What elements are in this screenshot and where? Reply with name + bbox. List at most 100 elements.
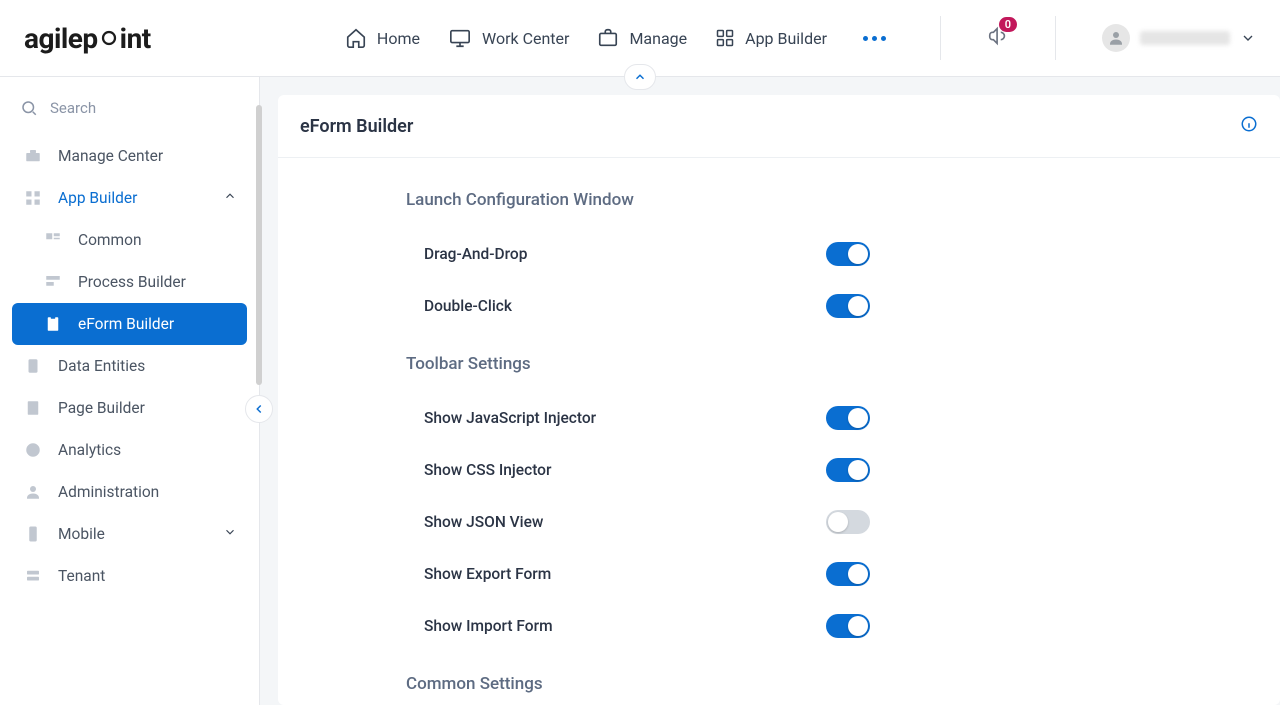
setting-label: Double-Click xyxy=(406,297,826,315)
flow-icon xyxy=(42,273,64,291)
sidebar-item-administration[interactable]: Administration xyxy=(12,471,247,513)
sidebar-item-mobile[interactable]: Mobile xyxy=(12,513,247,555)
nav-manage-label: Manage xyxy=(629,29,687,48)
panel: eForm Builder Launch Configuration Windo… xyxy=(278,95,1280,705)
section-title: Common Settings xyxy=(406,674,1280,694)
main: eForm Builder Launch Configuration Windo… xyxy=(260,77,1280,705)
nav-work-center[interactable]: Work Center xyxy=(448,27,569,49)
nav-home[interactable]: Home xyxy=(345,27,420,49)
topbar: agilepint Home Work Center Manage App Bu… xyxy=(0,0,1280,77)
sidebar-item-label: Mobile xyxy=(58,525,209,543)
user-menu[interactable] xyxy=(1102,24,1256,52)
sidebar-item-app-builder[interactable]: App Builder xyxy=(12,177,247,219)
sidebar-item-label: App Builder xyxy=(58,189,209,207)
sidebar-item-process-builder[interactable]: Process Builder xyxy=(12,261,247,303)
toggle-drag-and-drop[interactable] xyxy=(826,242,870,266)
page-icon xyxy=(22,399,44,417)
chevron-up-icon xyxy=(223,189,237,207)
setting-row-double-click: Double-Click xyxy=(406,280,1046,332)
sidebar-item-label: Administration xyxy=(58,483,237,501)
server-icon xyxy=(22,567,44,585)
chevron-up-icon xyxy=(633,70,647,84)
sidebar-item-label: Tenant xyxy=(58,567,237,585)
briefcase-icon xyxy=(597,27,619,49)
sidebar-item-tenant[interactable]: Tenant xyxy=(12,555,247,597)
toggle-json-view[interactable] xyxy=(826,510,870,534)
announcements-badge: 0 xyxy=(999,17,1017,32)
avatar xyxy=(1102,24,1130,52)
sidebar: Search Manage Center App Builder Common … xyxy=(0,77,260,705)
page-title: eForm Builder xyxy=(300,116,413,137)
panel-body: Launch Configuration Window Drag-And-Dro… xyxy=(278,158,1280,705)
sidebar-item-common[interactable]: Common xyxy=(12,219,247,261)
sidebar-list: Manage Center App Builder Common Process… xyxy=(0,131,259,601)
section-title: Toolbar Settings xyxy=(406,354,1280,374)
search-input[interactable]: Search xyxy=(0,85,259,131)
sidebar-item-manage-center[interactable]: Manage Center xyxy=(12,135,247,177)
nav-home-label: Home xyxy=(377,29,420,48)
sidebar-item-label: Manage Center xyxy=(58,147,237,165)
collapse-topbar-button[interactable] xyxy=(624,64,656,90)
setting-row-export-form: Show Export Form xyxy=(406,548,1046,600)
username xyxy=(1140,31,1230,45)
setting-label: Show Export Form xyxy=(406,565,826,583)
setting-label: Show CSS Injector xyxy=(406,461,826,479)
collapse-sidebar-button[interactable] xyxy=(245,395,273,423)
monitor-icon xyxy=(448,27,472,49)
grid-icon xyxy=(715,28,735,48)
sidebar-item-label: Analytics xyxy=(58,441,237,459)
sidebar-item-page-builder[interactable]: Page Builder xyxy=(12,387,247,429)
grid-icon xyxy=(22,189,44,207)
chevron-down-icon xyxy=(223,525,237,543)
clipboard-icon xyxy=(42,315,64,333)
toggle-double-click[interactable] xyxy=(826,294,870,318)
more-icon xyxy=(863,36,886,41)
info-button[interactable] xyxy=(1240,115,1258,137)
search-placeholder: Search xyxy=(50,99,96,117)
setting-label: Show JSON View xyxy=(406,513,826,531)
setting-row-drag-and-drop: Drag-And-Drop xyxy=(406,228,1046,280)
chevron-left-icon xyxy=(252,402,266,416)
user-icon xyxy=(22,483,44,501)
sidebar-item-label: eForm Builder xyxy=(78,315,237,333)
announcements-button[interactable]: 0 xyxy=(987,25,1009,51)
separator xyxy=(940,16,941,60)
sidebar-item-label: Page Builder xyxy=(58,399,237,417)
setting-row-css-injector: Show CSS Injector xyxy=(406,444,1046,496)
nav-app-builder[interactable]: App Builder xyxy=(715,28,827,48)
nav-more[interactable] xyxy=(855,32,894,45)
database-icon xyxy=(22,357,44,375)
toggle-js-injector[interactable] xyxy=(826,406,870,430)
setting-row-import-form: Show Import Form xyxy=(406,600,1046,652)
mobile-icon xyxy=(22,525,44,543)
nav-manage[interactable]: Manage xyxy=(597,27,687,49)
nav-work-center-label: Work Center xyxy=(482,29,569,48)
section-title: Launch Configuration Window xyxy=(406,190,1280,210)
nav-app-builder-label: App Builder xyxy=(745,29,827,48)
logo: agilepint xyxy=(24,22,151,55)
setting-row-json-view: Show JSON View xyxy=(406,496,1046,548)
sidebar-item-label: Data Entities xyxy=(58,357,237,375)
setting-label: Drag-And-Drop xyxy=(406,245,826,263)
user-icon xyxy=(1107,29,1125,47)
tiles-icon xyxy=(42,231,64,249)
search-icon xyxy=(20,99,38,117)
separator xyxy=(1055,16,1056,60)
toggle-import-form[interactable] xyxy=(826,614,870,638)
home-icon xyxy=(345,27,367,49)
topnav: Home Work Center Manage App Builder 0 xyxy=(345,16,1256,60)
chevron-down-icon xyxy=(1240,30,1256,46)
sidebar-item-analytics[interactable]: Analytics xyxy=(12,429,247,471)
sidebar-item-data-entities[interactable]: Data Entities xyxy=(12,345,247,387)
setting-label: Show JavaScript Injector xyxy=(406,409,826,427)
sidebar-item-eform-builder[interactable]: eForm Builder xyxy=(12,303,247,345)
toggle-css-injector[interactable] xyxy=(826,458,870,482)
setting-row-js-injector: Show JavaScript Injector xyxy=(406,392,1046,444)
toolbox-icon xyxy=(22,147,44,165)
sidebar-item-label: Common xyxy=(78,231,237,249)
sidebar-item-label: Process Builder xyxy=(78,273,237,291)
pie-icon xyxy=(22,441,44,459)
info-icon xyxy=(1240,115,1258,133)
setting-label: Show Import Form xyxy=(406,617,826,635)
toggle-export-form[interactable] xyxy=(826,562,870,586)
